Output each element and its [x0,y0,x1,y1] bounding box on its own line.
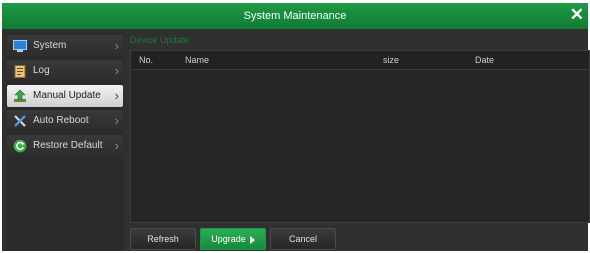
title-bar: System Maintenance ✕ [2,3,588,29]
sidebar-item-label: Manual Update [33,90,101,101]
clipboard-icon [14,65,26,78]
sidebar: System › Log › Manual Update › Auto Rebo… [7,32,123,251]
sidebar-item-auto-reboot[interactable]: Auto Reboot › [7,110,123,132]
chevron-right-icon: › [114,138,119,153]
table-header: No. Name size Date [131,51,589,70]
sidebar-item-label: Auto Reboot [33,115,89,126]
column-header-date: Date [475,55,495,65]
sidebar-item-system[interactable]: System › [7,35,123,57]
main-panel: Device Update No. Name size Date Refresh… [126,32,590,251]
system-maintenance-window: System Maintenance ✕ System › Log › Manu… [2,3,590,251]
pointer-cursor-icon [249,235,255,244]
cancel-button[interactable]: Cancel [270,228,336,250]
chevron-right-icon: › [114,63,119,78]
update-arrow-icon [14,89,26,102]
sidebar-item-label: Restore Default [33,140,103,151]
sidebar-item-label: Log [33,65,50,76]
sidebar-item-restore-default[interactable]: Restore Default › [7,135,123,157]
sidebar-item-label: System [33,40,67,51]
sidebar-item-log[interactable]: Log › [7,60,123,82]
sidebar-item-manual-update[interactable]: Manual Update › [7,85,123,107]
column-header-size: size [383,55,400,65]
update-file-table: No. Name size Date [130,50,590,223]
chevron-right-icon: › [114,38,119,53]
chevron-right-icon: › [114,113,119,128]
cancel-button-label: Cancel [288,234,317,244]
refresh-circle-icon [13,139,27,153]
close-icon[interactable]: ✕ [570,5,584,25]
device-label: Device Update [130,35,190,45]
window-title: System Maintenance [243,10,347,22]
monitor-icon [13,40,27,52]
column-header-name: Name [185,55,210,65]
column-header-no: No. [139,55,154,65]
upgrade-button-label: Upgrade [211,234,246,244]
upgrade-button[interactable]: Upgrade [200,228,266,250]
refresh-button-label: Refresh [147,234,179,244]
tools-icon [14,115,26,127]
chevron-right-icon: › [114,88,119,103]
refresh-button[interactable]: Refresh [130,228,196,250]
